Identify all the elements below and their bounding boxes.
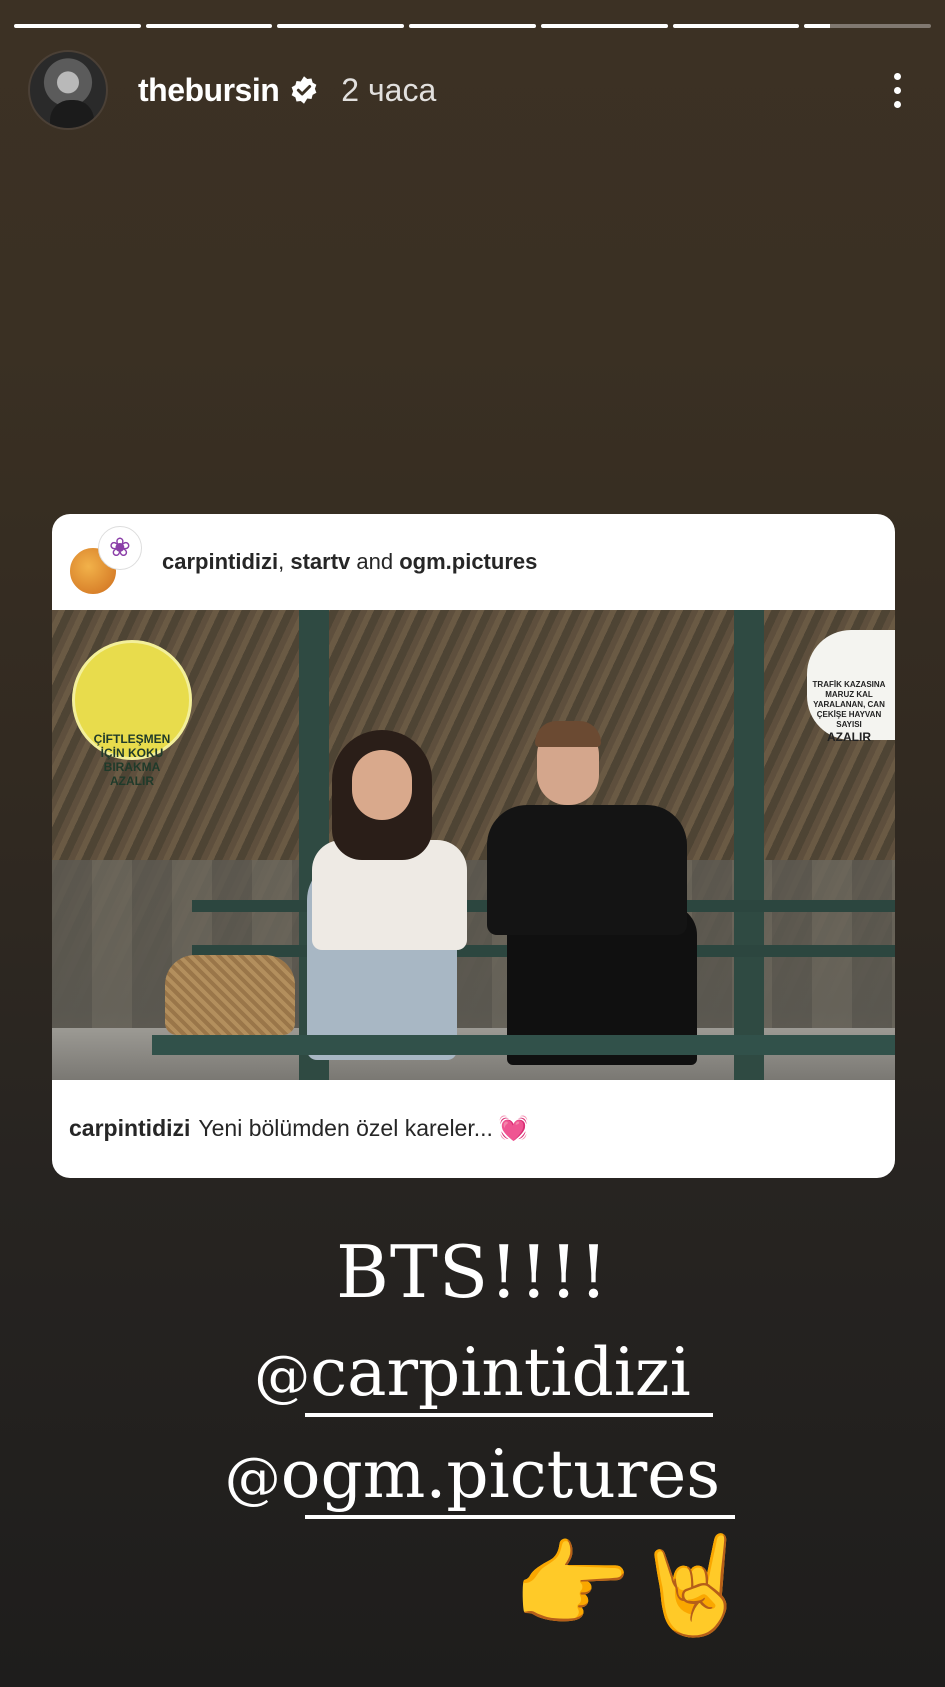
- heart-emoji-icon: 💓: [498, 1114, 529, 1142]
- progress-segment: [672, 24, 800, 28]
- post-time: 2 часа: [341, 71, 437, 108]
- emoji-stickers: 👉 🤘: [512, 1528, 752, 1641]
- progress-segment: [145, 24, 273, 28]
- story-header: thebursin 2 часа: [28, 48, 917, 132]
- caption-text: Yeni bölümden özel kareler...: [198, 1114, 493, 1141]
- straw-bag: [165, 955, 295, 1035]
- author-startv: startv: [290, 549, 351, 574]
- more-options-button[interactable]: [877, 60, 917, 120]
- mention-ogm-pictures[interactable]: @ogm.pictures: [0, 1436, 945, 1513]
- shared-post-card[interactable]: carpintidizi, startv and ogm.pictures Çİ…: [52, 514, 895, 1178]
- shared-post-caption: carpintidizi Yeni bölümden özel kareler.…: [52, 1080, 895, 1176]
- user-avatar[interactable]: [28, 50, 108, 130]
- more-vertical-icon: [893, 72, 901, 80]
- author-carpintidizi: carpintidizi: [162, 549, 279, 574]
- shared-post-header: carpintidizi, startv and ogm.pictures: [52, 514, 895, 610]
- progress-segment: [409, 24, 536, 28]
- story-text-bts: BTS!!!!: [336, 1230, 609, 1314]
- progress-segment: [14, 24, 141, 28]
- progress-segment-current: [804, 24, 932, 28]
- sign-right-text: TRAFİK KAZASINA MARUZ KAL YARALANAN, CAN…: [812, 680, 886, 744]
- shared-post-authors: carpintidizi, startv and ogm.pictures: [162, 549, 538, 574]
- pointing-hand-icon: 👉: [512, 1528, 632, 1641]
- person-woman: [297, 730, 487, 1060]
- progress-segment: [540, 24, 668, 28]
- rock-hand-icon: 🤘: [632, 1528, 752, 1641]
- story-progress-bar: [14, 24, 932, 28]
- verified-badge-icon: [289, 75, 319, 105]
- mention-carpintidizi[interactable]: @carpintidizi: [0, 1334, 945, 1411]
- shared-post-photo: ÇİFTLEŞMEN İÇİN KOKU BIRAKMA AZALIR TRAF…: [52, 610, 895, 1080]
- startv-avatar: [98, 526, 142, 570]
- person-man: [467, 721, 697, 1065]
- username[interactable]: thebursin: [138, 72, 280, 109]
- progress-segment: [277, 24, 405, 28]
- collab-avatars: [68, 526, 142, 598]
- sign-left-text: ÇİFTLEŞMEN İÇİN KOKU BIRAKMA AZALIR: [93, 732, 171, 788]
- author-ogm-pictures: ogm.pictures: [399, 549, 538, 574]
- caption-username: carpintidizi: [69, 1114, 191, 1141]
- mention-underline: [305, 1413, 713, 1417]
- mention-underline: [305, 1515, 735, 1519]
